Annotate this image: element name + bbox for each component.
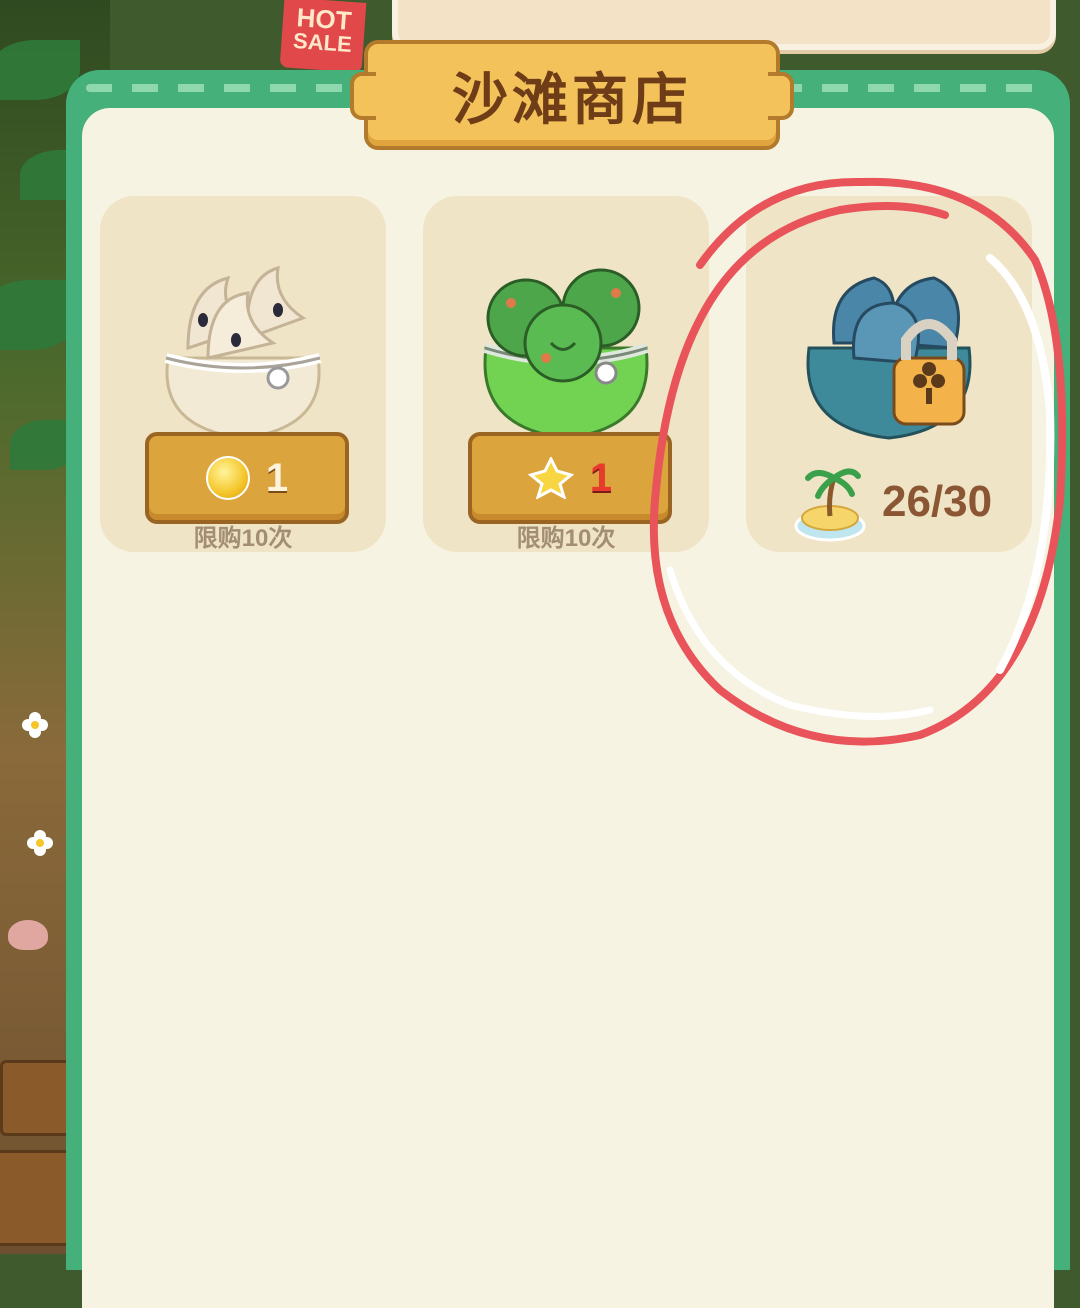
price-value: 1: [589, 455, 613, 500]
purchase-limit: 限购10次: [193, 525, 293, 552]
star-dust-icon: [527, 457, 574, 499]
white-shell-bag-icon: [164, 265, 322, 440]
flower-icon: [22, 712, 48, 738]
shop-item-card[interactable]: 1 限购10次: [100, 196, 386, 552]
hot-tag-line2: SALE: [292, 27, 353, 57]
wooden-crate-decoration: [0, 1150, 76, 1246]
price-value: 1: [265, 455, 289, 500]
shop-title: 沙滩商店: [452, 67, 692, 131]
flower-icon: [27, 830, 53, 856]
wooden-crate-decoration: [0, 1060, 76, 1136]
green-shell-bag-icon: [483, 268, 649, 440]
hot-sale-tag[interactable]: HOT SALE: [279, 0, 367, 73]
shop-title-plate: 沙滩商店: [350, 40, 794, 150]
buy-button[interactable]: 1: [145, 432, 349, 524]
shell-decoration: [8, 920, 48, 950]
red-annotation-circle: [649, 177, 1067, 746]
gold-coin-icon: [205, 456, 250, 500]
